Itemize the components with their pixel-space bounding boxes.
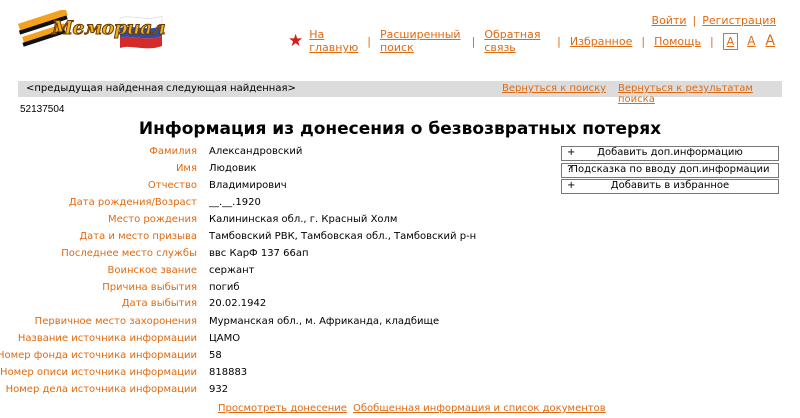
field-row-last-service: Последнее место службы ввс КарФ 137 66ап (0, 248, 480, 264)
register-link[interactable]: Регистрация (702, 14, 776, 27)
field-label: Дата и место призыва (79, 231, 197, 242)
field-value: 932 (209, 384, 229, 395)
field-row-rank: Воинское звание сержант (0, 265, 480, 281)
field-label: Причина выбытия (102, 282, 197, 293)
field-value: Владимирович (209, 180, 287, 191)
field-label: Место рождения (108, 214, 197, 225)
nav-help[interactable]: Помощь (654, 35, 701, 48)
field-label: Номер фонда источника информации (0, 350, 197, 361)
button-label: Подсказка по вводу доп.информации (570, 164, 770, 175)
field-value: Мурманская обл., м. Африканда, кладбище (209, 316, 440, 327)
field-value: 58 (209, 350, 222, 361)
button-label: Добавить в избранное (610, 180, 730, 191)
field-row-name: Имя Людовик (0, 163, 480, 179)
record-id: 52137504 (20, 104, 65, 115)
field-label: Имя (175, 163, 197, 174)
back-to-search-link[interactable]: Вернуться к поиску (502, 83, 606, 94)
field-label: Название источника информации (17, 333, 197, 344)
field-label: Дата выбытия (121, 298, 197, 309)
field-row-conscription: Дата и место призыва Тамбовский РВК, Тамб… (0, 231, 480, 247)
star-icon: ★ (288, 30, 304, 51)
prev-found-link[interactable]: <предыдущая найденная (26, 83, 163, 94)
nav-feedback[interactable]: Обратная связь (484, 28, 548, 54)
field-row-birthdate: Дата рождения/Возраст __.__.1920 (0, 197, 480, 213)
font-size-large[interactable]: A (765, 33, 775, 49)
next-found-link[interactable]: следующая найденная> (166, 83, 296, 94)
nav-home[interactable]: На главную (309, 28, 358, 54)
login-link[interactable]: Войти (652, 14, 687, 27)
field-value: сержант (209, 265, 255, 276)
field-value: ЦАМО (209, 333, 241, 344)
field-value: 818883 (209, 367, 248, 378)
field-row-opis: Номер описи источника информации 818883 (0, 367, 480, 383)
field-row-fond: Номер фонда источника информации 58 (0, 350, 480, 366)
logo-text: Мемориал (51, 17, 166, 40)
field-value: Людовик (209, 163, 257, 174)
field-value: Тамбовский РВК, Тамбовская обл., Тамбовс… (209, 231, 477, 242)
field-value: Калининская обл., г. Красный Холм (209, 214, 398, 225)
field-row-patronymic: Отчество Владимирович (0, 180, 480, 196)
field-value: ввс КарФ 137 66ап (209, 248, 309, 259)
field-label: Номер дела источника информации (5, 384, 197, 395)
field-row-delo: Номер дела источника информации 932 (0, 384, 480, 400)
field-value: __.__.1920 (209, 197, 261, 208)
memorial-logo[interactable]: Мемориал (16, 8, 166, 50)
font-size-small[interactable]: A (722, 32, 739, 50)
field-row-birthplace: Место рождения Калининская обл., г. Красн… (0, 214, 480, 230)
extra-info-hint-button[interactable]: ? Подсказка по вводу доп.информации (561, 163, 779, 178)
add-to-favorites-button[interactable]: + Добавить в избранное (561, 179, 779, 194)
page-title: Информация из донесения о безвозвратных … (138, 119, 662, 139)
field-row-surname: Фамилия Александровский (0, 146, 480, 162)
nav-favorites[interactable]: Избранное (570, 35, 632, 48)
field-label: Первичное место захоронения (34, 316, 197, 327)
view-report-link[interactable]: Просмотреть донесение (218, 403, 347, 414)
field-label: Дата рождения/Возраст (68, 197, 197, 208)
field-label: Воинское звание (107, 265, 197, 276)
field-row-reason: Причина выбытия погиб (0, 282, 480, 298)
field-value: 20.02.1942 (209, 298, 267, 309)
field-label: Номер описи источника информации (0, 367, 197, 378)
main-nav: ★ На главную | Расширенный поиск | Обрат… (288, 28, 780, 54)
field-value: погиб (209, 282, 240, 293)
button-label: Добавить доп.информацию (597, 147, 743, 158)
field-label: Последнее место службы (61, 248, 197, 259)
field-row-source-name: Название источника информации ЦАМО (0, 333, 480, 349)
back-to-results-link[interactable]: Вернуться к результатам поиска (618, 83, 782, 105)
field-label: Фамилия (149, 146, 197, 157)
field-row-burial: Первичное место захоронения Мурманская об… (0, 316, 480, 332)
field-value: Александровский (209, 146, 303, 157)
record-nav-bar: <предыдущая найденная следующая найденна… (18, 81, 782, 105)
summary-docs-link[interactable]: Обобщенная информация и список документо… (353, 403, 606, 414)
font-size-switcher: A A A (722, 32, 780, 50)
field-label: Отчество (147, 180, 197, 191)
font-size-medium[interactable]: A (747, 34, 755, 48)
nav-advanced-search[interactable]: Расширенный поиск (380, 28, 463, 54)
field-row-date-out: Дата выбытия 20.02.1942 (0, 298, 480, 314)
add-extra-info-button[interactable]: + Добавить доп.информацию (561, 146, 779, 161)
auth-links: Войти | Регистрация (651, 14, 776, 27)
